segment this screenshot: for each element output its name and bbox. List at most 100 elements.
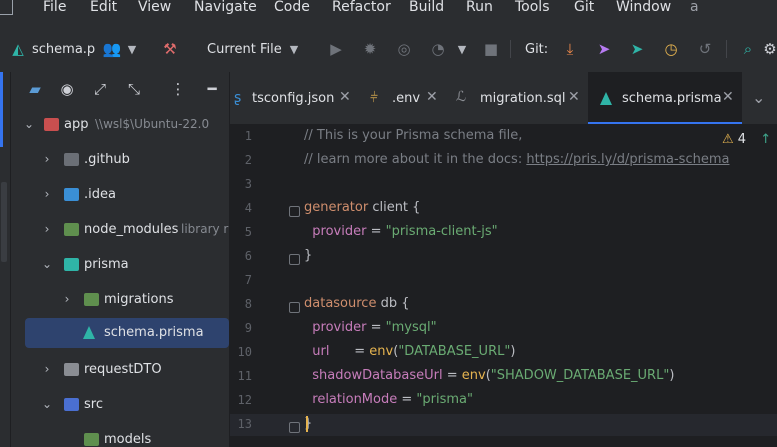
code-token: db {	[380, 296, 410, 311]
run-icon[interactable]: ▶	[326, 39, 346, 59]
close-icon[interactable]: ✕	[339, 89, 351, 105]
sql-icon: ℒ	[456, 89, 467, 105]
settings-gear-icon[interactable]: ⚙	[760, 39, 777, 59]
ts-icon: ʂ	[234, 90, 242, 106]
menu-view[interactable]: View	[138, 0, 171, 17]
run-config-chevron-icon[interactable]: ▼	[284, 39, 304, 59]
coverage-icon[interactable]: ◎	[394, 39, 414, 59]
up-arrow-icon[interactable]: ↑	[760, 132, 771, 147]
code-token: // This is your Prisma schema file,	[304, 128, 523, 143]
chevron-down-icon[interactable]: ⌄	[41, 397, 53, 411]
chevron-down-icon[interactable]: ▼	[122, 39, 142, 59]
menu-file[interactable]: File	[43, 0, 66, 17]
tree-item[interactable]: › requestDTO	[11, 355, 229, 385]
locate-file-icon[interactable]: ◉	[57, 79, 77, 99]
hide-panel-icon[interactable]: ━	[202, 79, 222, 99]
tab-schema-prisma[interactable]: schema.prisma ✕	[588, 72, 742, 124]
db-folder-icon	[84, 293, 99, 306]
menu-edit[interactable]: Edit	[90, 0, 117, 17]
tree-item[interactable]: › .github	[11, 145, 229, 175]
tree-item[interactable]: ⌄ prisma	[11, 250, 229, 280]
pull-requests-tool-tab[interactable]	[1, 182, 7, 262]
search-icon[interactable]: ⌕	[738, 39, 758, 59]
code-token: )	[510, 344, 516, 359]
users-icon[interactable]: 👥	[102, 39, 122, 59]
tab-env[interactable]: ⫩ .env ✕	[358, 72, 446, 124]
collapse-all-icon[interactable]: ⤡	[124, 79, 144, 99]
chevron-right-icon[interactable]: ›	[41, 152, 53, 166]
code-token: =	[366, 224, 386, 239]
menu-refactor[interactable]: Refactor	[332, 0, 391, 17]
close-icon[interactable]: ✕	[722, 89, 734, 105]
git-update-icon[interactable]: ⤓	[560, 39, 580, 59]
tab-overflow-chevron-icon[interactable]: ⌄	[752, 88, 765, 107]
code-line: }	[304, 248, 312, 263]
app-logo-icon[interactable]	[0, 0, 13, 15]
fold-marker-icon[interactable]	[289, 254, 300, 265]
git-push-icon[interactable]: ➤	[627, 39, 647, 59]
tree-item[interactable]: › migrations	[11, 285, 229, 315]
project-name[interactable]: schema.p	[32, 42, 95, 57]
menu-git[interactable]: Git	[574, 0, 594, 17]
project-tool-tab[interactable]	[0, 72, 3, 147]
github-folder-icon	[64, 153, 79, 166]
line-number: 6	[244, 249, 252, 263]
stop-icon[interactable]: ■	[481, 39, 501, 59]
tree-item[interactable]: › .idea	[11, 180, 229, 210]
prisma-file-icon	[83, 326, 95, 339]
menu-run[interactable]: Run	[466, 0, 493, 17]
code-line: relationMode = "prisma"	[304, 392, 473, 407]
chevron-down-icon[interactable]: ⌄	[23, 117, 35, 131]
debug-icon[interactable]: ✹	[360, 39, 380, 59]
tree-item[interactable]: ⌄ app \\wsl$\Ubuntu-22.0	[11, 110, 229, 140]
fold-marker-icon[interactable]	[289, 206, 300, 217]
git-commit-icon[interactable]: ➤	[594, 39, 614, 59]
run-config-selector[interactable]: Current File	[207, 42, 282, 57]
inspection-widget[interactable]: ⚠ 4 ↑	[722, 132, 771, 150]
git-rollback-icon[interactable]: ↺	[695, 39, 715, 59]
toolbar-divider	[510, 40, 511, 58]
fold-marker-icon[interactable]	[289, 422, 300, 433]
prisma-folder-icon	[64, 258, 79, 271]
code-token: "SHADOW_DATABASE_URL"	[490, 368, 670, 383]
code-line: url = env("DATABASE_URL")	[304, 344, 515, 359]
prisma-project-icon: ◭	[12, 40, 24, 58]
more-options-icon[interactable]: ⋮	[168, 79, 188, 99]
menu-more[interactable]: a	[690, 0, 699, 17]
chevron-right-icon[interactable]: ›	[41, 222, 53, 236]
chevron-right-icon[interactable]: ›	[61, 292, 73, 306]
menu-window[interactable]: Window	[616, 0, 671, 17]
tree-item[interactable]: ⌄ src	[11, 390, 229, 420]
close-icon[interactable]: ✕	[568, 89, 580, 105]
tree-item[interactable]: models	[11, 425, 229, 447]
chevron-down-icon[interactable]: ⌄	[41, 257, 53, 271]
git-history-icon[interactable]: ◷	[661, 39, 681, 59]
menu-build[interactable]: Build	[409, 0, 444, 17]
code-line: datasource db {	[304, 296, 410, 311]
more-run-chevron-icon[interactable]: ▼	[452, 39, 472, 59]
close-icon[interactable]: ✕	[426, 89, 438, 105]
tree-item-selected[interactable]: schema.prisma	[25, 318, 229, 348]
code-token[interactable]: https://pris.ly/d/prisma-schema	[526, 152, 729, 167]
menu-navigate[interactable]: Navigate	[194, 0, 257, 17]
fold-marker-icon[interactable]	[289, 302, 300, 313]
warning-count: 4	[737, 132, 747, 147]
code-editor[interactable]: 1 // This is your Prisma schema file, 2 // …	[230, 124, 777, 447]
expand-all-icon[interactable]: ⤢	[90, 79, 110, 99]
tab-tsconfig[interactable]: ʂ tsconfig.json ✕	[230, 72, 358, 124]
chevron-right-icon[interactable]: ›	[41, 187, 53, 201]
chevron-right-icon[interactable]: ›	[41, 362, 53, 376]
folder-icon[interactable]: ▰	[25, 79, 45, 99]
menu-code[interactable]: Code	[274, 0, 310, 17]
code-token: env	[369, 344, 394, 359]
env-icon: ⫩	[370, 90, 379, 106]
tree-item[interactable]: › node_modules library r	[11, 215, 229, 245]
tab-migration-sql[interactable]: ℒ migration.sql ✕	[446, 72, 586, 124]
code-token: =	[442, 368, 462, 383]
code-token: provider	[312, 320, 367, 335]
profiler-icon[interactable]: ◔	[428, 39, 448, 59]
menu-tools[interactable]: Tools	[515, 0, 550, 17]
text-caret	[306, 416, 308, 432]
code-line: shadowDatabaseUrl = env("SHADOW_DATABASE…	[304, 368, 674, 383]
build-hammer-icon[interactable]: ⚒	[160, 39, 180, 59]
